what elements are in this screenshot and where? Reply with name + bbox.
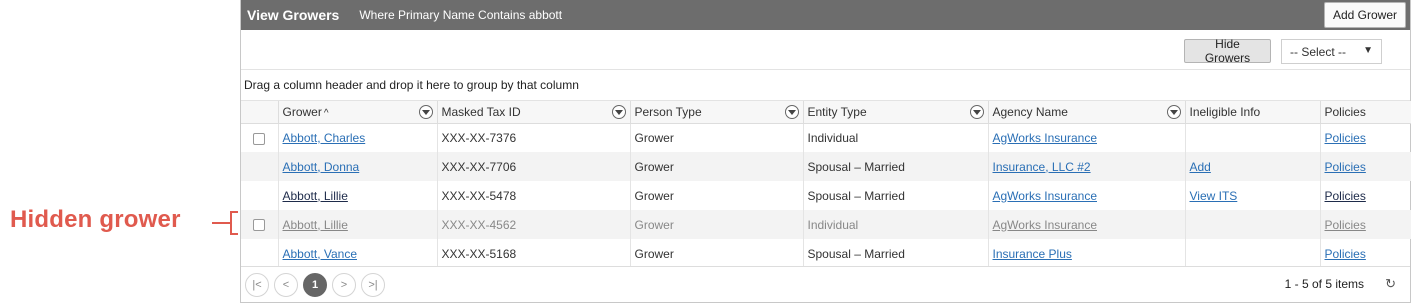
previous-page-icon[interactable]: < — [274, 272, 298, 297]
filter-icon[interactable] — [1166, 105, 1181, 119]
policies-link[interactable]: Policies — [1325, 218, 1366, 232]
policies-link[interactable]: Policies — [1325, 189, 1366, 203]
table-row: Abbott, Charles XXX-XX-7376 Grower Indiv… — [241, 123, 1411, 152]
policies-link[interactable]: Policies — [1325, 160, 1366, 174]
row-checkbox[interactable] — [253, 219, 266, 232]
person-type-cell: Grower — [629, 123, 803, 152]
ineligible-cell — [1184, 239, 1320, 268]
grower-link[interactable]: Abbott, Charles — [283, 131, 366, 145]
select-value: -- Select -- — [1290, 44, 1347, 59]
view-its-link[interactable]: View ITS — [1190, 189, 1238, 203]
column-header-ineligible-info[interactable]: Ineligible Info — [1184, 101, 1320, 124]
column-header-tax-id[interactable]: Masked Tax ID — [436, 101, 630, 124]
column-header-person-type[interactable]: Person Type — [629, 101, 803, 124]
column-header-agency-name[interactable]: Agency Name — [987, 101, 1185, 124]
agency-link[interactable]: AgWorks Insurance — [993, 189, 1098, 203]
table-header-row: Grower ^ Masked Tax ID Person Type Entity… — [241, 101, 1411, 124]
entity-type-cell: Individual — [802, 123, 988, 152]
search-criteria: Where Primary Name Contains abbott — [359, 8, 563, 22]
grower-link[interactable]: Abbott, Lillie — [283, 218, 348, 232]
view-growers-panel: View Growers Where Primary Name Contains… — [240, 0, 1411, 303]
chevron-down-icon: ▼ — [1363, 45, 1373, 56]
policies-link[interactable]: Policies — [1325, 247, 1366, 261]
tax-id-cell: XXX-XX-5478 — [436, 181, 630, 210]
filter-icon[interactable] — [418, 105, 433, 119]
ineligible-add-link[interactable]: Add — [1190, 160, 1211, 174]
column-header-policies[interactable]: Policies — [1319, 101, 1411, 124]
select-column-header — [241, 101, 278, 124]
tax-id-cell: XXX-XX-4562 — [436, 210, 630, 239]
tax-id-cell: XXX-XX-7376 — [436, 123, 630, 152]
grid-toolbar: Hide Growers -- Select -- ▼ — [241, 30, 1410, 70]
growers-table: Grower ^ Masked Tax ID Person Type Entity… — [241, 101, 1411, 268]
filter-icon[interactable] — [611, 105, 626, 119]
table-row: Abbott, Vance XXX-XX-5168 Grower Spousal… — [241, 239, 1411, 268]
tax-id-cell: XXX-XX-7706 — [436, 152, 630, 181]
column-header-grower[interactable]: Grower ^ — [277, 101, 437, 124]
pager-info: 1 - 5 of 5 items — [1284, 277, 1364, 291]
person-type-cell: Grower — [629, 239, 803, 268]
tax-id-cell: XXX-XX-5168 — [436, 239, 630, 268]
entity-type-cell: Spousal – Married — [802, 181, 988, 210]
grower-link[interactable]: Abbott, Donna — [283, 160, 360, 174]
filter-icon[interactable] — [784, 105, 799, 119]
column-header-entity-type[interactable]: Entity Type — [802, 101, 988, 124]
annotation-connector — [212, 222, 230, 224]
table-row-hidden-grower: Abbott, Lillie XXX-XX-4562 Grower Indivi… — [241, 210, 1411, 239]
next-page-icon[interactable]: > — [332, 272, 356, 297]
ineligible-cell — [1184, 123, 1320, 152]
add-grower-button[interactable]: Add Grower — [1324, 2, 1406, 28]
hide-growers-button[interactable]: Hide Growers — [1184, 37, 1271, 65]
last-page-icon[interactable]: >| — [361, 272, 385, 297]
policies-link[interactable]: Policies — [1325, 131, 1366, 145]
action-select[interactable]: -- Select -- ▼ — [1281, 39, 1382, 64]
person-type-cell: Grower — [629, 152, 803, 181]
entity-type-cell: Individual — [802, 210, 988, 239]
table-row: Abbott, Lillie XXX-XX-5478 Grower Spousa… — [241, 181, 1411, 210]
entity-type-cell: Spousal – Married — [802, 152, 988, 181]
panel-header: View Growers Where Primary Name Contains… — [241, 0, 1410, 30]
agency-link[interactable]: AgWorks Insurance — [993, 218, 1098, 232]
table-row: Abbott, Donna XXX-XX-7706 Grower Spousal… — [241, 152, 1411, 181]
grower-link[interactable]: Abbott, Vance — [283, 247, 358, 261]
pagination-bar: |< < 1 > >| 1 - 5 of 5 items ↻ — [241, 266, 1410, 302]
grower-link[interactable]: Abbott, Lillie — [283, 189, 348, 203]
page-title: View Growers — [247, 7, 340, 23]
agency-link[interactable]: Insurance, LLC #2 — [993, 160, 1091, 174]
agency-link[interactable]: Insurance Plus — [993, 247, 1072, 261]
group-drop-area[interactable]: Drag a column header and drop it here to… — [241, 70, 1410, 101]
page-number-button[interactable]: 1 — [303, 272, 327, 297]
agency-link[interactable]: AgWorks Insurance — [993, 131, 1098, 145]
filter-icon[interactable] — [969, 105, 984, 119]
entity-type-cell: Spousal – Married — [802, 239, 988, 268]
row-checkbox[interactable] — [253, 132, 266, 145]
annotation-bracket — [230, 211, 238, 235]
ineligible-cell — [1184, 210, 1320, 239]
person-type-cell: Grower — [629, 210, 803, 239]
refresh-icon[interactable]: ↻ — [1385, 276, 1396, 292]
sort-ascending-icon: ^ — [323, 107, 329, 119]
hidden-grower-annotation: Hidden grower — [10, 206, 181, 233]
first-page-icon[interactable]: |< — [245, 272, 269, 297]
person-type-cell: Grower — [629, 181, 803, 210]
